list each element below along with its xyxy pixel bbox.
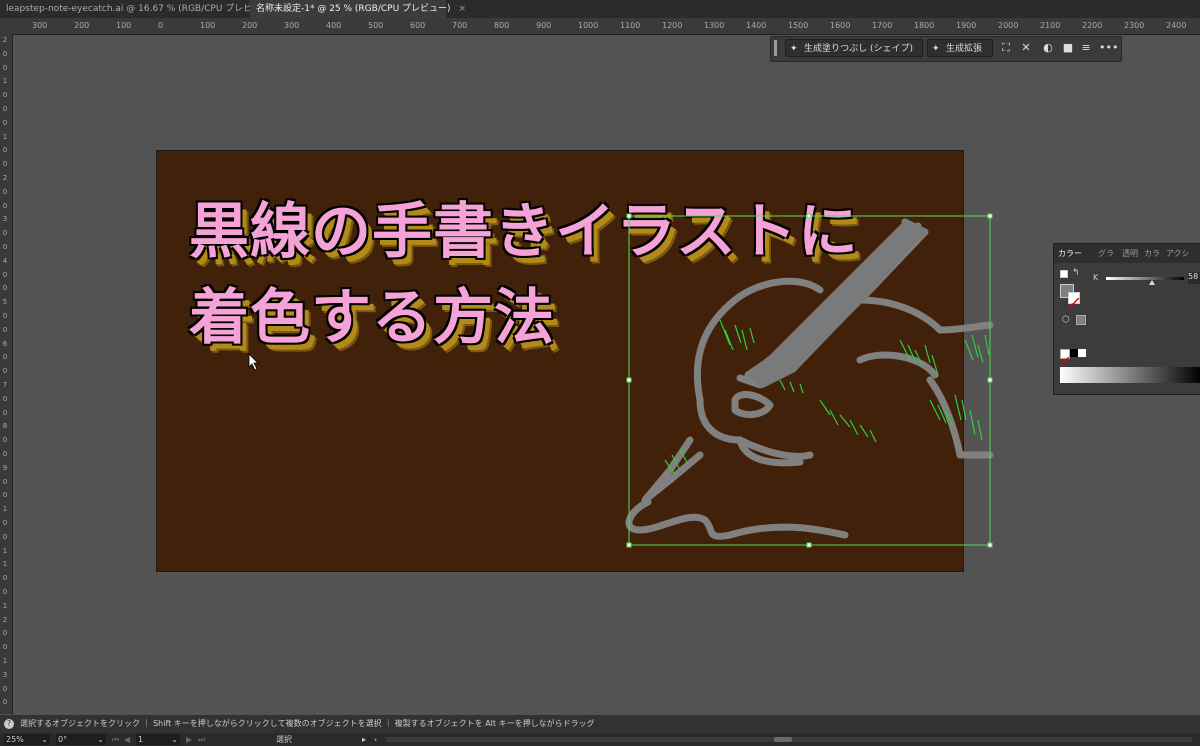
mouse-pointer-icon xyxy=(248,353,259,371)
last-artboard-icon[interactable]: ⏭ xyxy=(198,734,205,745)
zoom-value: 25% xyxy=(6,735,24,744)
selection-handles[interactable] xyxy=(626,213,993,548)
k-value-field[interactable]: 58 xyxy=(1188,272,1200,284)
none-swatch[interactable] xyxy=(1060,349,1070,366)
status-bar: ? 選択するオブジェクトをクリック ｜ Shift キーを押しながらクリックして… xyxy=(0,715,1200,733)
chevron-down-icon: ⌄ xyxy=(171,735,178,744)
chevron-down-icon: ⌄ xyxy=(41,735,48,744)
k-slider-track[interactable] xyxy=(1106,277,1184,280)
sparkle-icon: ✦ xyxy=(932,44,940,54)
tab-gradient[interactable]: グラ xyxy=(1098,248,1114,259)
artboard-number-select[interactable]: 1 ⌄ xyxy=(136,734,180,745)
k-slider-thumb[interactable] xyxy=(1149,280,1155,285)
horizontal-scrollbar[interactable] xyxy=(386,737,1192,742)
generative-expand-button[interactable]: ✦ 生成拡張 xyxy=(927,39,993,57)
selection-bounding-box[interactable] xyxy=(628,215,991,546)
color-spectrum-bar[interactable] xyxy=(1060,367,1200,383)
stroke-swatch[interactable] xyxy=(1068,292,1080,309)
crop-image-icon[interactable]: ⛶ xyxy=(999,41,1013,55)
align-icon[interactable]: ≡ xyxy=(1079,41,1093,55)
generative-expand-label: 生成拡張 xyxy=(946,44,983,54)
black-swatch[interactable] xyxy=(1070,349,1078,357)
previous-artboard-icon[interactable]: ◀ xyxy=(124,734,130,745)
collapse-icon[interactable]: ✕ xyxy=(1019,41,1033,55)
artboard-number: 1 xyxy=(138,735,144,744)
status-menu-arrow-icon[interactable]: ▸ xyxy=(362,734,366,745)
more-options-icon[interactable]: ••• xyxy=(1099,41,1118,55)
chevron-down-icon: ⌄ xyxy=(97,735,104,744)
out-of-gamut-icon[interactable]: ⬡ xyxy=(1062,315,1070,325)
rotate-value: 0° xyxy=(58,735,68,744)
white-swatch[interactable] xyxy=(1078,349,1086,357)
k-label: K xyxy=(1093,273,1099,282)
zoom-select[interactable]: 25% ⌄ xyxy=(4,734,50,745)
tab-color-guide[interactable]: カラ xyxy=(1144,248,1160,259)
sparkle-icon: ✦ xyxy=(790,44,798,54)
shape-icon[interactable]: ■ xyxy=(1061,41,1075,55)
rotate-select[interactable]: 0° ⌄ xyxy=(56,734,106,745)
scroll-left-icon[interactable]: ‹ xyxy=(374,734,377,745)
recolor-icon[interactable]: ◐ xyxy=(1041,41,1055,55)
generative-fill-shape-button[interactable]: ✦ 生成塗りつぶし (シェイプ) xyxy=(785,39,923,57)
tab-color[interactable]: カラー xyxy=(1058,248,1082,259)
drag-handle[interactable] xyxy=(774,40,777,56)
color-panel: カラー グラ 透明 カラ アクシ ↰ K 58 ⬡ xyxy=(1053,243,1200,395)
next-artboard-icon[interactable]: ▶ xyxy=(186,734,192,745)
hand-pen-illustration[interactable] xyxy=(0,0,1200,746)
current-tool-label: 選択 xyxy=(276,735,292,744)
swap-icon[interactable]: ↰ xyxy=(1072,268,1080,278)
bottom-bar: 25% ⌄ 0° ⌄ ⏮ ◀ 1 ⌄ ▶ ⏭ 選択 ▸ ‹ xyxy=(0,733,1200,746)
tab-actions[interactable]: アクシ xyxy=(1166,248,1190,259)
default-colors-icon[interactable] xyxy=(1060,270,1068,278)
panel-tabs: カラー グラ 透明 カラ アクシ xyxy=(1054,244,1200,263)
web-safe-swatch[interactable] xyxy=(1076,315,1086,325)
generative-fill-label: 生成塗りつぶし (シェイプ) xyxy=(804,44,913,54)
status-message: 選択するオブジェクトをクリック ｜ Shift キーを押しながらクリックして複数… xyxy=(20,719,595,728)
tab-transparency[interactable]: 透明 xyxy=(1122,248,1138,259)
contextual-task-bar: ✦ 生成塗りつぶし (シェイプ) ✦ 生成拡張 ⛶ ✕ ◐ ■ ≡ ••• xyxy=(770,36,1122,62)
help-icon[interactable]: ? xyxy=(4,719,14,729)
first-artboard-icon[interactable]: ⏮ xyxy=(112,734,119,745)
scrollbar-thumb[interactable] xyxy=(774,737,792,742)
